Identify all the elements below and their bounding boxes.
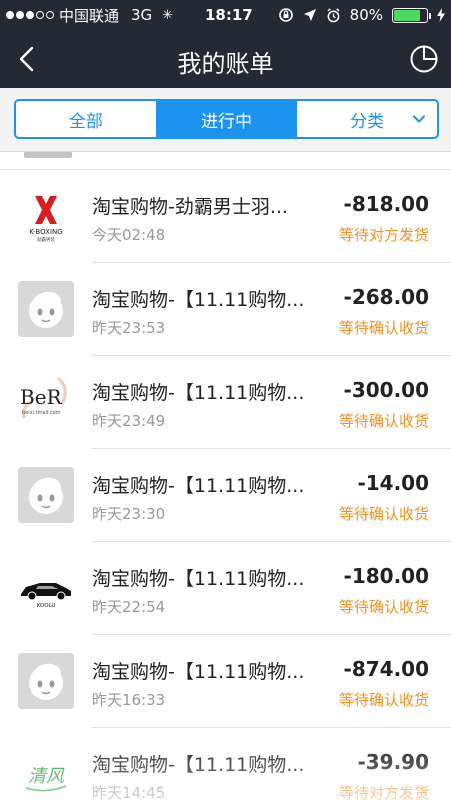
location-arrow-icon bbox=[303, 9, 316, 21]
bill-list: K-BOXING 劲霸男装 淘宝购物-劲霸男士羽... 今天02:48 -818… bbox=[0, 152, 451, 800]
list-item-partial[interactable] bbox=[0, 152, 451, 170]
bill-title: 淘宝购物-【11.11购物... bbox=[92, 661, 305, 683]
default-avatar-icon bbox=[18, 653, 74, 709]
filter-bar: 全部 进行中 分类 bbox=[0, 88, 451, 152]
tab-all[interactable]: 全部 bbox=[16, 101, 156, 137]
bill-row[interactable]: K-BOXING 劲霸男装 淘宝购物-劲霸男士羽... 今天02:48 -818… bbox=[0, 170, 451, 263]
koolu-car-logo-icon: KOOLU bbox=[18, 560, 74, 616]
clock: 18:17 bbox=[205, 6, 253, 24]
carrier-name: 中国联通 bbox=[59, 6, 120, 25]
bill-time: 昨天23:30 bbox=[92, 505, 166, 523]
bill-time: 昨天23:49 bbox=[92, 412, 166, 430]
bill-row[interactable]: BeR beixi.tmall.com 淘宝购物-【11.11购物... 昨天2… bbox=[0, 356, 451, 449]
bill-title: 淘宝购物-【11.11购物... bbox=[92, 568, 305, 590]
bill-row[interactable]: 淘宝购物-【11.11购物... 昨天16:33 -874.00 等待确认收货 bbox=[0, 635, 451, 728]
bill-time: 昨天23:53 bbox=[92, 319, 166, 337]
bill-status: 等待确认收货 bbox=[338, 412, 429, 430]
svg-text:KOOLU: KOOLU bbox=[37, 603, 56, 609]
bill-time: 今天02:48 bbox=[92, 226, 166, 244]
bill-amount: -180.00 bbox=[343, 564, 429, 588]
bill-row[interactable]: KOOLU 淘宝购物-【11.11购物... 昨天22:54 -180.00 等… bbox=[0, 542, 451, 635]
alarm-icon bbox=[327, 7, 340, 22]
battery-level bbox=[394, 9, 420, 21]
svg-text:清风: 清风 bbox=[28, 766, 65, 787]
bill-amount: -818.00 bbox=[343, 192, 429, 216]
bill-title: 淘宝购物-【11.11购物... bbox=[92, 475, 305, 497]
tab-in-progress[interactable]: 进行中 bbox=[155, 101, 297, 137]
default-avatar-icon bbox=[18, 281, 74, 337]
battery-percent: 80% bbox=[349, 6, 383, 24]
ber-logo-icon: BeR beixi.tmall.com bbox=[18, 374, 74, 430]
bill-status: 等待对方发货 bbox=[338, 784, 429, 800]
signal-strength-icon bbox=[6, 11, 54, 19]
bill-amount: -874.00 bbox=[343, 657, 429, 681]
svg-text:BeR: BeR bbox=[20, 385, 63, 409]
bill-time: 昨天14:45 bbox=[92, 784, 166, 800]
bill-status: 等待确认收货 bbox=[338, 598, 429, 616]
network-type: 3G bbox=[131, 6, 153, 24]
tab-category[interactable]: 分类 bbox=[296, 101, 437, 137]
page-title: 我的账单 bbox=[177, 50, 274, 78]
bill-amount: -300.00 bbox=[343, 378, 429, 402]
navigation-bar: 我的账单 bbox=[0, 30, 451, 88]
bill-status: 等待确认收货 bbox=[338, 691, 429, 709]
kboxing-logo-icon: K-BOXING 劲霸男装 bbox=[18, 188, 74, 244]
svg-text:beixi.tmall.com: beixi.tmall.com bbox=[22, 410, 61, 416]
bill-amount: -39.90 bbox=[357, 750, 429, 774]
qingfeng-logo-icon: 清风 bbox=[18, 746, 74, 800]
bill-title: 淘宝购物-【11.11购物... bbox=[92, 754, 305, 776]
svg-text:劲霸男装: 劲霸男装 bbox=[37, 236, 55, 243]
bill-status: 等待确认收货 bbox=[338, 319, 429, 337]
bill-row[interactable]: 淘宝购物-【11.11购物... 昨天23:53 -268.00 等待确认收货 bbox=[0, 263, 451, 356]
svg-text:K-BOXING: K-BOXING bbox=[29, 228, 62, 236]
charging-bolt-icon bbox=[437, 8, 445, 22]
bill-amount: -268.00 bbox=[343, 285, 429, 309]
chevron-down-icon bbox=[413, 115, 426, 123]
bill-row[interactable]: 清风 淘宝购物-【11.11购物... 昨天14:45 -39.90 等待对方发… bbox=[0, 728, 451, 800]
bill-status: 等待对方发货 bbox=[338, 226, 429, 244]
bill-time: 昨天16:33 bbox=[92, 691, 166, 709]
status-bar: 中国联通 3G ✳ 18:17 80% bbox=[0, 0, 451, 30]
bill-status: 等待确认收货 bbox=[338, 505, 429, 523]
bill-title: 淘宝购物-劲霸男士羽... bbox=[92, 196, 288, 218]
pie-chart-icon[interactable] bbox=[409, 44, 439, 74]
battery-icon bbox=[392, 7, 431, 23]
bill-time: 昨天22:54 bbox=[92, 598, 166, 616]
bill-amount: -14.00 bbox=[357, 471, 429, 495]
activity-spinner-icon: ✳ bbox=[162, 7, 174, 23]
default-avatar-icon bbox=[18, 467, 74, 523]
bill-row[interactable]: 淘宝购物-【11.11购物... 昨天23:30 -14.00 等待确认收货 bbox=[0, 449, 451, 542]
rotation-lock-icon bbox=[278, 8, 293, 22]
segmented-control: 全部 进行中 分类 bbox=[14, 99, 439, 139]
bill-title: 淘宝购物-【11.11购物... bbox=[92, 382, 305, 404]
bill-title: 淘宝购物-【11.11购物... bbox=[92, 289, 305, 311]
